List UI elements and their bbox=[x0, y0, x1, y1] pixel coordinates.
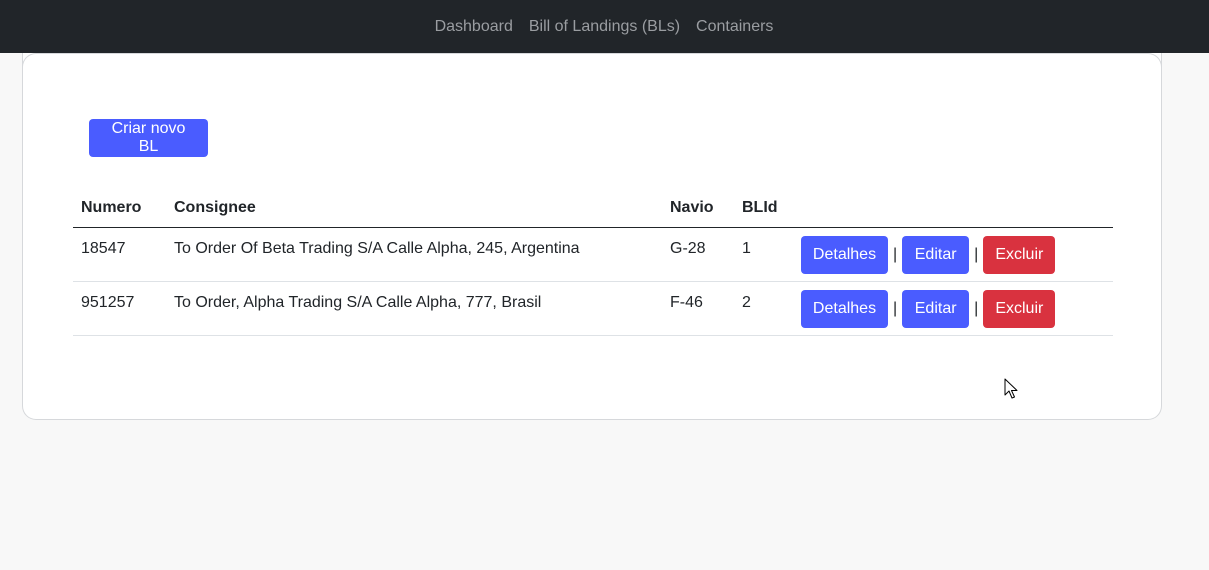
header-navio: Navio bbox=[662, 189, 734, 228]
cell-blid: 1 bbox=[734, 227, 793, 282]
header-actions bbox=[793, 189, 1113, 228]
create-bl-button[interactable]: Criar novo BL bbox=[89, 119, 208, 157]
bl-table: Numero Consignee Navio BLId 18547 To Ord… bbox=[73, 189, 1113, 336]
cell-consignee: To Order Of Beta Trading S/A Calle Alpha… bbox=[166, 227, 662, 282]
edit-button[interactable]: Editar bbox=[902, 236, 970, 274]
details-button[interactable]: Detalhes bbox=[801, 290, 888, 328]
action-separator: | bbox=[974, 300, 979, 317]
edit-button[interactable]: Editar bbox=[902, 290, 970, 328]
action-separator: | bbox=[893, 300, 898, 317]
mouse-pointer-icon bbox=[1004, 378, 1018, 399]
details-button[interactable]: Detalhes bbox=[801, 236, 888, 274]
top-navbar: Dashboard Bill of Landings (BLs) Contain… bbox=[0, 0, 1209, 53]
nav-link-dashboard[interactable]: Dashboard bbox=[435, 18, 513, 35]
row-actions: Detalhes | Editar | Excluir bbox=[801, 290, 1105, 328]
cell-numero: 18547 bbox=[73, 227, 166, 282]
delete-button[interactable]: Excluir bbox=[983, 236, 1056, 274]
header-consignee: Consignee bbox=[166, 189, 662, 228]
table-row: 18547 To Order Of Beta Trading S/A Calle… bbox=[73, 227, 1113, 282]
header-blid: BLId bbox=[734, 189, 793, 228]
delete-button[interactable]: Excluir bbox=[983, 290, 1056, 328]
cell-numero: 951257 bbox=[73, 281, 166, 336]
cell-blid: 2 bbox=[734, 281, 793, 336]
action-separator: | bbox=[974, 246, 979, 263]
row-actions: Detalhes | Editar | Excluir bbox=[801, 236, 1105, 274]
header-numero: Numero bbox=[73, 189, 166, 228]
nav-link-bls[interactable]: Bill of Landings (BLs) bbox=[529, 18, 680, 35]
nav-link-containers[interactable]: Containers bbox=[696, 18, 773, 35]
cell-actions: Detalhes | Editar | Excluir bbox=[793, 281, 1113, 336]
cell-actions: Detalhes | Editar | Excluir bbox=[793, 227, 1113, 282]
cell-navio: G-28 bbox=[662, 227, 734, 282]
action-separator: | bbox=[893, 246, 898, 263]
cell-consignee: To Order, Alpha Trading S/A Calle Alpha,… bbox=[166, 281, 662, 336]
table-row: 951257 To Order, Alpha Trading S/A Calle… bbox=[73, 281, 1113, 336]
nav-links: Dashboard Bill of Landings (BLs) Contain… bbox=[435, 18, 774, 35]
content-card: Criar novo BL Numero Consignee Navio BLI… bbox=[22, 53, 1162, 420]
table-header-row: Numero Consignee Navio BLId bbox=[73, 189, 1113, 228]
cell-navio: F-46 bbox=[662, 281, 734, 336]
